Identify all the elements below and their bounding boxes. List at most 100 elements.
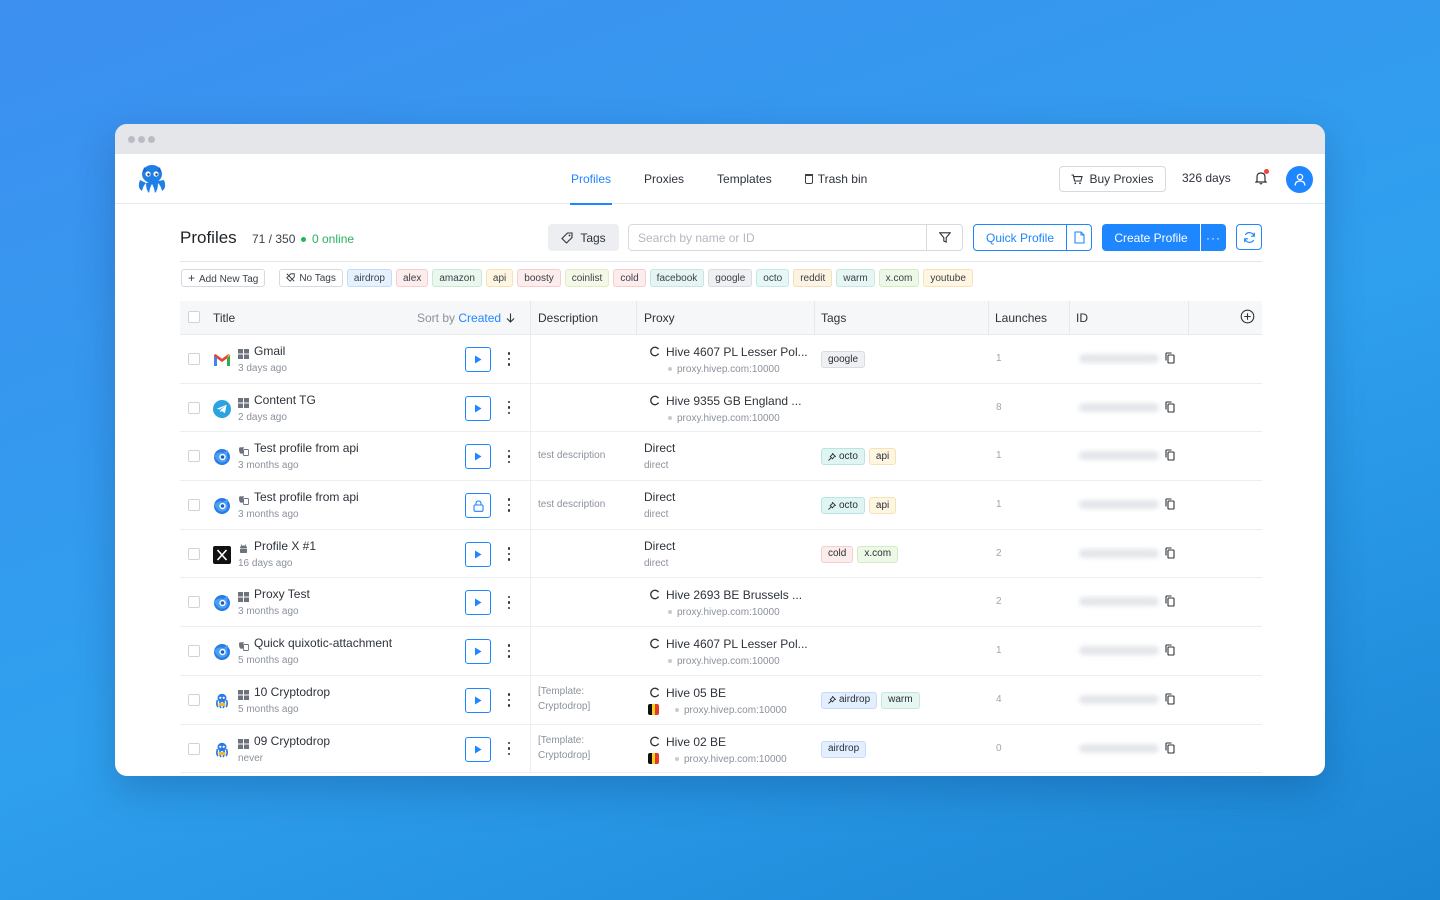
add-new-tag-button[interactable]: + Add New Tag: [181, 269, 266, 287]
row-menu-button[interactable]: [503, 494, 515, 516]
tag-chip-airdrop[interactable]: airdrop: [346, 269, 392, 287]
proxy-name[interactable]: Hive 4607 PL Lesser Pol...: [666, 637, 808, 651]
proxy-name[interactable]: Hive 05 BE: [666, 686, 726, 700]
tag-chip-octo[interactable]: octo: [756, 269, 790, 287]
search-input[interactable]: [629, 225, 927, 250]
copy-icon[interactable]: [1165, 644, 1175, 656]
table-row[interactable]: Test profile from api 3 months ago test de…: [180, 432, 1262, 482]
tag-chip-coinlist[interactable]: coinlist: [564, 269, 610, 287]
row-menu-button[interactable]: [503, 397, 515, 419]
tag-chip-cold[interactable]: cold: [613, 269, 646, 287]
start-profile-button[interactable]: [465, 687, 491, 713]
table-row[interactable]: Quick quixotic-attachment 5 months ago Hiv…: [180, 627, 1262, 676]
table-row[interactable]: Proxy Test 3 months ago Hive 2693 BE Bruss…: [180, 578, 1262, 628]
profile-title[interactable]: Content TG: [254, 393, 316, 407]
row-menu-button[interactable]: [503, 689, 515, 711]
tag-chip-google[interactable]: google: [708, 269, 753, 287]
start-profile-button[interactable]: [465, 347, 491, 372]
tag-chip-facebook[interactable]: facebook: [649, 269, 705, 287]
row-checkbox[interactable]: [188, 596, 200, 609]
select-all-checkbox[interactable]: [188, 311, 200, 323]
refresh-button[interactable]: [1236, 224, 1262, 250]
row-menu-button[interactable]: [503, 543, 515, 565]
start-profile-button[interactable]: [465, 444, 491, 470]
row-checkbox[interactable]: [188, 401, 200, 414]
copy-icon[interactable]: [1165, 449, 1175, 461]
row-tag[interactable]: warm: [881, 691, 920, 709]
profile-title[interactable]: Quick quixotic-attachment: [254, 636, 392, 650]
create-profile-more-button[interactable]: ···: [1201, 224, 1226, 251]
profile-title[interactable]: Test profile from api: [254, 441, 359, 455]
row-menu-button[interactable]: [503, 348, 515, 370]
row-tag[interactable]: octo: [821, 497, 865, 515]
sort-control[interactable]: Sort by Created: [417, 311, 515, 325]
tag-chip-api[interactable]: api: [485, 269, 514, 287]
create-profile-button[interactable]: Create Profile: [1102, 224, 1200, 251]
row-tag[interactable]: octo: [821, 448, 865, 466]
start-profile-button[interactable]: [465, 541, 491, 567]
proxy-name[interactable]: Hive 02 BE: [666, 735, 726, 749]
row-tag[interactable]: airdrop: [821, 740, 867, 758]
add-column-icon[interactable]: [1240, 309, 1255, 324]
start-profile-button[interactable]: [465, 395, 491, 421]
table-row[interactable]: Profile X #1 16 days ago Direct direct cold x…: [180, 529, 1262, 579]
row-tag[interactable]: cold: [821, 545, 854, 563]
quick-profile-button[interactable]: Quick Profile: [973, 224, 1067, 251]
table-row[interactable]: Content TG 2 days ago Hive 9355 GB England…: [180, 383, 1262, 433]
copy-icon[interactable]: [1165, 693, 1175, 705]
copy-icon[interactable]: [1165, 741, 1175, 754]
row-checkbox[interactable]: [188, 742, 200, 755]
row-checkbox[interactable]: [188, 353, 200, 365]
no-tags-chip[interactable]: No Tags: [279, 269, 343, 287]
octopus-logo-icon[interactable]: [135, 162, 169, 194]
filter-button[interactable]: [926, 225, 962, 250]
row-checkbox[interactable]: [188, 450, 200, 463]
table-row[interactable]: 10 Cryptodrop 5 months ago [Template: Cryp…: [180, 675, 1262, 725]
proxy-name[interactable]: Hive 9355 GB England ...: [666, 394, 801, 408]
row-checkbox[interactable]: [188, 693, 200, 706]
tag-chip-youtube[interactable]: youtube: [923, 269, 973, 287]
tags-button[interactable]: Tags: [548, 224, 619, 251]
tag-chip-warm[interactable]: warm: [836, 269, 875, 287]
nav-proxies[interactable]: Proxies: [643, 154, 685, 204]
start-profile-button[interactable]: [465, 639, 491, 665]
start-profile-button[interactable]: [465, 736, 491, 762]
copy-icon[interactable]: [1165, 401, 1175, 413]
copy-icon[interactable]: [1165, 352, 1175, 364]
quick-profile-template-button[interactable]: [1066, 224, 1092, 251]
row-checkbox[interactable]: [188, 645, 200, 658]
tag-chip-amazon[interactable]: amazon: [432, 269, 482, 287]
proxy-name[interactable]: Hive 2693 BE Brussels ...: [666, 588, 802, 602]
profile-title[interactable]: 10 Cryptodrop: [254, 685, 330, 699]
tag-chip-reddit[interactable]: reddit: [793, 269, 833, 287]
row-tag[interactable]: api: [868, 497, 897, 515]
table-row[interactable]: Test profile from api 3 months ago test de…: [180, 481, 1262, 530]
locked-button[interactable]: [465, 493, 491, 519]
profile-title[interactable]: Gmail: [254, 344, 285, 358]
nav-templates[interactable]: Templates: [716, 154, 773, 204]
row-checkbox[interactable]: [188, 547, 200, 560]
profile-title[interactable]: Test profile from api: [254, 490, 359, 504]
row-tag[interactable]: google: [821, 351, 866, 368]
row-tag[interactable]: api: [868, 448, 897, 466]
row-checkbox[interactable]: [188, 499, 200, 512]
copy-icon[interactable]: [1165, 498, 1175, 510]
profile-title[interactable]: Profile X #1: [254, 539, 316, 553]
profile-title[interactable]: Proxy Test: [254, 587, 310, 601]
row-menu-button[interactable]: [503, 738, 515, 760]
user-avatar[interactable]: [1286, 166, 1313, 193]
tag-chip-alex[interactable]: alex: [395, 269, 429, 287]
row-menu-button[interactable]: [503, 445, 515, 467]
proxy-name[interactable]: Hive 4607 PL Lesser Pol...: [666, 345, 808, 359]
row-tag[interactable]: airdrop: [821, 691, 878, 709]
table-row[interactable]: Gmail 3 days ago Hive 4607 PL Lesser Pol..…: [180, 335, 1262, 384]
table-row[interactable]: 09 Cryptodrop never [Template: Cryptodrop]…: [180, 724, 1262, 774]
tag-chip-x-com[interactable]: x.com: [878, 269, 920, 287]
row-tag[interactable]: x.com: [857, 545, 899, 563]
profile-title[interactable]: 09 Cryptodrop: [254, 734, 330, 748]
tag-chip-boosty[interactable]: boosty: [517, 269, 561, 287]
row-menu-button[interactable]: [503, 591, 515, 613]
nav-trash-bin[interactable]: Trash bin: [804, 154, 869, 204]
nav-profiles[interactable]: Profiles: [570, 154, 613, 205]
start-profile-button[interactable]: [465, 590, 491, 616]
